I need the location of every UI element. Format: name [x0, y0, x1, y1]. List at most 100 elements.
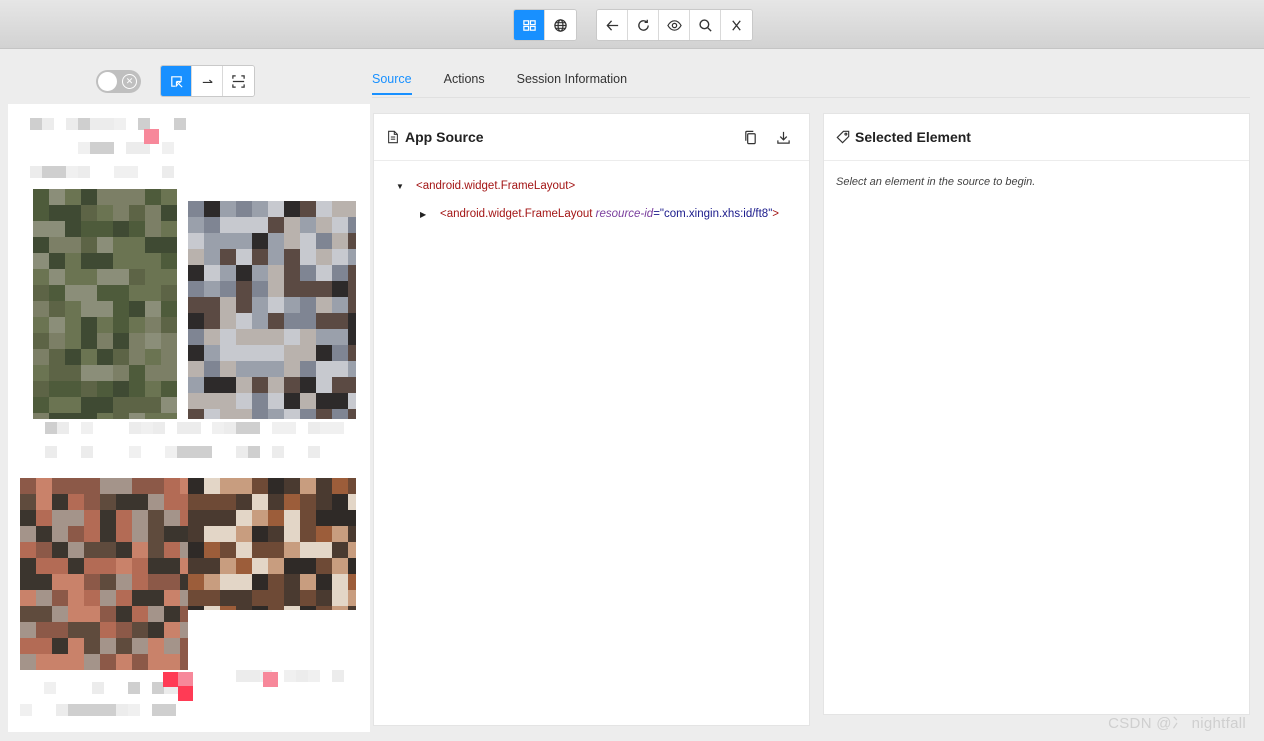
pixel-cell [284, 478, 300, 494]
pixel-cell [252, 558, 268, 574]
tab-source[interactable]: Source [372, 72, 412, 95]
caret-right-icon[interactable]: ▶ [420, 210, 430, 219]
web-mode-button[interactable] [545, 10, 576, 40]
pixel-cell [153, 422, 165, 434]
refresh-button[interactable] [628, 10, 659, 40]
pixel-cell [272, 446, 284, 458]
pixel-cell [129, 365, 145, 381]
pixel-cell [316, 201, 332, 217]
native-app-mode-button[interactable] [514, 10, 545, 40]
pixel-cell [300, 494, 316, 510]
pixel-cell [236, 233, 252, 249]
pixel-cell [148, 542, 164, 558]
swipe-mode-button[interactable] [192, 66, 223, 96]
pixel-cell [65, 365, 81, 381]
pixel-cell [84, 590, 100, 606]
pixel-cell [320, 422, 332, 434]
pixel-cell [132, 638, 148, 654]
pixel-cell [204, 606, 220, 610]
pixel-cell [129, 381, 145, 397]
tag-icon [836, 130, 850, 144]
pixel-cell [163, 672, 178, 687]
pixel-cell [204, 249, 220, 265]
pixel-cell [129, 397, 145, 413]
pixel-cell [212, 422, 224, 434]
pixel-cell [332, 409, 348, 419]
pixel-cell [97, 253, 113, 269]
pixel-cell [284, 558, 300, 574]
pixel-cell [113, 205, 129, 221]
pixel-cell [100, 542, 116, 558]
pixel-cell [132, 510, 148, 526]
search-button[interactable] [690, 10, 721, 40]
tree-node[interactable]: ▼ <android.widget.FrameLayout> [396, 178, 779, 194]
pixel-cell [148, 558, 164, 574]
pixel-cell [52, 590, 68, 606]
pixel-cell [81, 189, 97, 205]
pixel-cell [348, 574, 356, 590]
pixel-cell [236, 345, 252, 361]
pixel-cell [252, 361, 268, 377]
pixel-cell [97, 381, 113, 397]
quit-session-button[interactable] [721, 10, 752, 40]
pixel-cell [300, 201, 316, 217]
pixel-cell [300, 233, 316, 249]
pixel-cell [20, 606, 36, 622]
back-button[interactable] [597, 10, 628, 40]
pixel-cell [33, 397, 49, 413]
tree-node[interactable]: ▶ <android.widget.FrameLayout resource-i… [396, 206, 779, 222]
tap-coordinates-mode-button[interactable] [223, 66, 254, 96]
inspect-button[interactable] [659, 10, 690, 40]
pixel-cell [348, 313, 356, 329]
screenshot-toggle[interactable]: ✕ [96, 70, 141, 93]
pixel-cell [284, 422, 296, 434]
pixel-cell [102, 118, 114, 130]
pixel-cell [204, 526, 220, 542]
pixel-cell [268, 606, 284, 610]
pixel-cell [220, 201, 236, 217]
pixel-cell [81, 422, 93, 434]
pixel-cell [129, 253, 145, 269]
pixel-cell [129, 301, 145, 317]
pixel-cell [332, 558, 348, 574]
caret-down-icon[interactable]: ▼ [396, 182, 406, 191]
device-screenshot[interactable] [8, 104, 370, 732]
pixel-cell [145, 301, 161, 317]
pixel-cell [220, 265, 236, 281]
pixel-cell [33, 349, 49, 365]
pixel-cell [145, 397, 161, 413]
pixel-cell [49, 221, 65, 237]
search-icon [698, 18, 712, 32]
node-tag[interactable]: <android.widget.FrameLayout> [416, 180, 575, 192]
download-xml-button[interactable] [776, 130, 791, 145]
pixel-cell [33, 413, 49, 419]
pixel-cell [129, 333, 145, 349]
pixel-cell [84, 478, 100, 494]
copy-xml-button[interactable] [743, 130, 758, 145]
pixel-cell [97, 397, 113, 413]
grid-icon [522, 19, 536, 31]
pixel-cell [81, 205, 97, 221]
pixel-cell [141, 422, 153, 434]
node-tag[interactable]: <android.widget.FrameLayout [440, 208, 592, 220]
pixel-cell [162, 166, 174, 178]
pixel-cell [65, 221, 81, 237]
pixel-cell [300, 558, 316, 574]
pixel-cell [145, 333, 161, 349]
pixel-cell [236, 558, 252, 574]
pixel-cell [252, 510, 268, 526]
pixel-cell [49, 317, 65, 333]
pixel-cell [252, 606, 268, 610]
pixel-cell [52, 526, 68, 542]
pixel-cell [252, 265, 268, 281]
pixel-cell [20, 478, 36, 494]
download-icon [777, 131, 790, 144]
pixel-cell [164, 704, 176, 716]
select-element-mode-button[interactable] [161, 66, 192, 96]
tab-session-information[interactable]: Session Information [517, 72, 627, 95]
pixel-cell [188, 526, 204, 542]
refresh-icon [637, 19, 649, 31]
pixel-cell [81, 413, 97, 419]
tab-actions[interactable]: Actions [444, 72, 485, 95]
pixel-cell [20, 558, 36, 574]
